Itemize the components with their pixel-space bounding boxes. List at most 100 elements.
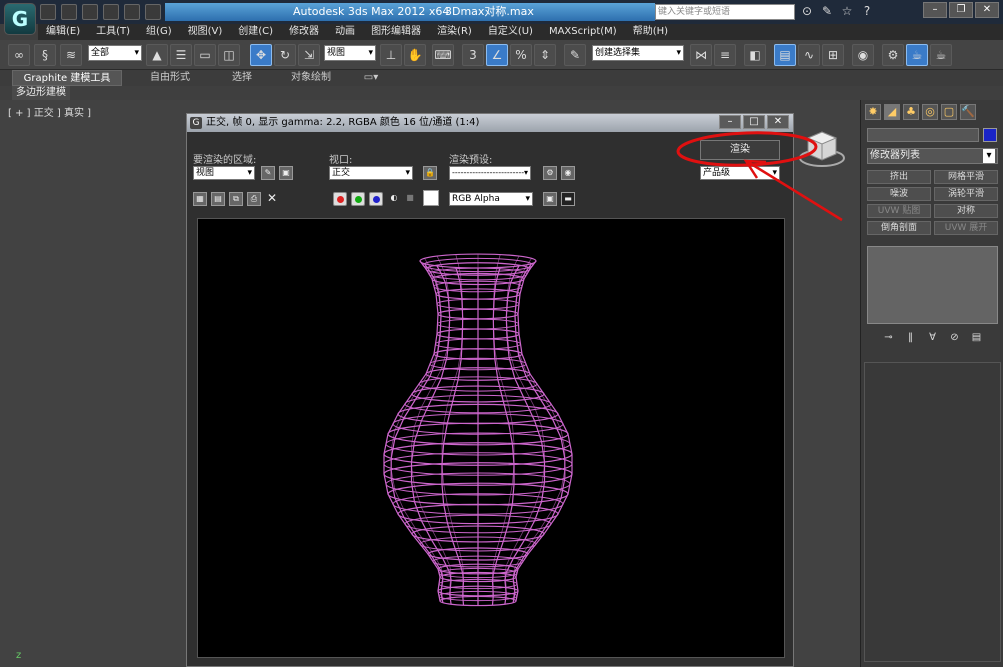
hierarchy-tab-icon[interactable]: ♣ <box>903 104 919 120</box>
project-folder-icon[interactable] <box>145 4 161 20</box>
modify-tab-icon[interactable]: ◢ <box>884 104 900 120</box>
align-icon[interactable]: ≡ <box>714 44 736 66</box>
graphite-toggle-icon[interactable]: ▤ <box>774 44 796 66</box>
tab-freeform[interactable]: 自由形式 <box>130 70 210 86</box>
mirror-icon[interactable]: ⋈ <box>690 44 712 66</box>
rotate-icon[interactable]: ↻ <box>274 44 296 66</box>
object-name-field[interactable] <box>867 128 979 142</box>
material-editor-icon[interactable]: ◉ <box>852 44 874 66</box>
close-icon[interactable]: ✕ <box>975 2 999 18</box>
render-preset-dropdown[interactable]: ------------------------- <box>449 166 531 180</box>
rectangular-selection-icon[interactable]: ▭ <box>194 44 216 66</box>
select-by-name-icon[interactable]: ☰ <box>170 44 192 66</box>
monochrome-icon[interactable]: ■ <box>403 192 417 206</box>
move-icon[interactable]: ✥ <box>250 44 272 66</box>
quality-dropdown[interactable]: 产品级 <box>700 166 780 180</box>
unlink-icon[interactable]: § <box>34 44 56 66</box>
ribbon-options-icon[interactable]: ▭▾ <box>356 70 386 86</box>
swatch-icon[interactable] <box>423 190 439 206</box>
reference-coordinate-dropdown[interactable]: 视图 <box>324 45 376 61</box>
copy-image-icon[interactable]: ▤ <box>211 192 225 206</box>
menu-animation[interactable]: 动画 <box>327 24 363 40</box>
auto-region-icon[interactable]: ▣ <box>279 166 293 180</box>
menu-graph-editors[interactable]: 图形编辑器 <box>363 24 429 40</box>
menu-tools[interactable]: 工具(T) <box>88 24 138 40</box>
render-setup-icon[interactable]: ⚙ <box>543 166 557 180</box>
open-icon[interactable] <box>61 4 77 20</box>
minimize-icon[interactable]: – <box>923 2 947 18</box>
render-canvas[interactable] <box>197 218 785 658</box>
area-to-render-dropdown[interactable]: 视图 <box>193 166 255 180</box>
render-window-titlebar[interactable]: G 正交, 帧 0, 显示 gamma: 2.2, RGBA 颜色 16 位/通… <box>187 114 793 132</box>
menu-edit[interactable]: 编辑(E) <box>38 24 88 40</box>
menu-modifiers[interactable]: 修改器 <box>281 24 327 40</box>
meshsmooth-button[interactable]: 网格平滑 <box>934 170 998 184</box>
maximize-icon[interactable]: □ <box>743 115 765 129</box>
close-icon[interactable]: ✕ <box>767 115 789 129</box>
polygon-modeling-label[interactable]: 多边形建模 <box>12 86 70 100</box>
red-channel-icon[interactable] <box>333 192 347 206</box>
redo-icon[interactable] <box>124 4 140 20</box>
tab-selection[interactable]: 选择 <box>212 70 272 86</box>
extrude-button[interactable]: 挤出 <box>867 170 931 184</box>
layer-manager-icon[interactable]: ◧ <box>744 44 766 66</box>
select-manipulate-icon[interactable]: ✋ <box>404 44 426 66</box>
pivot-center-icon[interactable]: ⊥ <box>380 44 402 66</box>
viewport-dropdown[interactable]: 正交 <box>329 166 413 180</box>
modifier-list-dropdown[interactable]: 修改器列表 <box>867 148 998 164</box>
select-object-icon[interactable]: ▲ <box>146 44 168 66</box>
alpha-channel-icon[interactable]: ◐ <box>387 192 401 206</box>
snaps-toggle-icon[interactable]: 3 <box>462 44 484 66</box>
render-production-icon[interactable]: ☕ <box>930 44 952 66</box>
tab-graphite-modeling[interactable]: Graphite 建模工具 <box>12 70 122 86</box>
lock-viewport-icon[interactable]: 🔒 <box>423 166 437 180</box>
unwrap-uvw-button[interactable]: UVW 展开 <box>934 221 998 235</box>
remove-modifier-icon[interactable]: ⊘ <box>947 331 963 345</box>
menu-create[interactable]: 创建(C) <box>230 24 281 40</box>
edit-region-icon[interactable]: ✎ <box>261 166 275 180</box>
toggle-ui-icon[interactable]: ▬ <box>561 192 575 206</box>
environment-icon[interactable]: ◉ <box>561 166 575 180</box>
menu-help[interactable]: 帮助(H) <box>625 24 676 40</box>
menu-maxscript[interactable]: MAXScript(M) <box>541 24 625 40</box>
bind-space-warp-icon[interactable]: ≋ <box>60 44 82 66</box>
clear-icon[interactable]: ✕ <box>265 192 279 206</box>
select-link-icon[interactable]: ∞ <box>8 44 30 66</box>
menu-customize[interactable]: 自定义(U) <box>480 24 541 40</box>
rendered-frame-window-icon[interactable]: ☕ <box>906 44 928 66</box>
utilities-tab-icon[interactable]: 🔨 <box>960 104 976 120</box>
minimize-icon[interactable]: – <box>719 115 741 129</box>
scale-icon[interactable]: ⇲ <box>298 44 320 66</box>
angle-snap-icon[interactable]: ∠ <box>486 44 508 66</box>
keyboard-shortcut-icon[interactable]: ⌨ <box>432 44 454 66</box>
pin-stack-icon[interactable]: ⊸ <box>881 331 897 345</box>
turbosmooth-button[interactable]: 涡轮平滑 <box>934 187 998 201</box>
motion-tab-icon[interactable]: ◎ <box>922 104 938 120</box>
clone-window-icon[interactable]: ⧉ <box>229 192 243 206</box>
star-icon[interactable]: ☆ <box>840 4 854 18</box>
edit-named-selection-icon[interactable]: ✎ <box>564 44 586 66</box>
menu-group[interactable]: 组(G) <box>138 24 180 40</box>
tab-object-paint[interactable]: 对象绘制 <box>276 70 346 86</box>
print-image-icon[interactable]: ⎙ <box>247 192 261 206</box>
binoculars-icon[interactable]: ⊙ <box>800 4 814 18</box>
render-setup-icon[interactable]: ⚙ <box>882 44 904 66</box>
window-crossing-icon[interactable]: ◫ <box>218 44 240 66</box>
restore-icon[interactable]: ❐ <box>949 2 973 18</box>
app-logo[interactable]: G <box>4 3 36 35</box>
create-tab-icon[interactable]: ✸ <box>865 104 881 120</box>
viewport-label[interactable]: [ + ] 正交 ] 真实 ] <box>8 104 91 119</box>
menu-rendering[interactable]: 渲染(R) <box>429 24 480 40</box>
search-input[interactable]: 键入关键字或短语 <box>655 4 795 20</box>
toggle-ui-overlay-icon[interactable]: ▣ <box>543 192 557 206</box>
percent-snap-icon[interactable]: % <box>510 44 532 66</box>
modifier-stack[interactable] <box>867 246 998 324</box>
save-image-icon[interactable]: ▦ <box>193 192 207 206</box>
blue-channel-icon[interactable] <box>369 192 383 206</box>
named-selection-dropdown[interactable]: 创建选择集 <box>592 45 684 61</box>
display-tab-icon[interactable]: ▢ <box>941 104 957 120</box>
green-channel-icon[interactable] <box>351 192 365 206</box>
render-button[interactable]: 渲染 <box>700 140 780 160</box>
object-color-swatch[interactable] <box>983 128 997 142</box>
save-icon[interactable] <box>82 4 98 20</box>
